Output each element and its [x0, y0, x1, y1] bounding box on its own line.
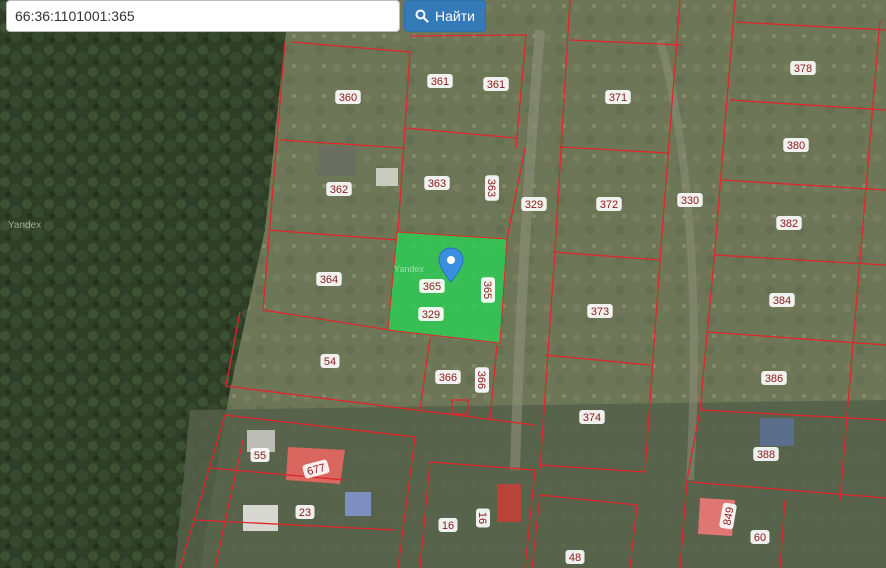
svg-text:363: 363: [428, 178, 446, 190]
parcel-label-362: 362: [326, 182, 352, 196]
parcel-label-388: 388: [753, 447, 779, 461]
parcel-label-365: 365: [419, 279, 445, 293]
building: [243, 505, 278, 531]
parcel-label-361: 361: [427, 74, 453, 88]
svg-text:373: 373: [591, 306, 609, 318]
search-icon: [415, 9, 429, 23]
svg-text:365: 365: [481, 281, 493, 299]
parcel-label-361: 361: [483, 77, 509, 91]
parcel-label-366: 366: [475, 367, 489, 393]
svg-text:364: 364: [320, 274, 338, 286]
svg-text:388: 388: [757, 449, 775, 461]
svg-text:371: 371: [609, 92, 627, 104]
parcel-label-365: 365: [481, 277, 495, 303]
parcel-label-374: 374: [579, 410, 605, 424]
building: [318, 146, 356, 176]
building: [376, 168, 398, 186]
parcel-label-54: 54: [320, 354, 340, 368]
svg-text:23: 23: [299, 507, 311, 519]
svg-text:362: 362: [330, 184, 348, 196]
parcel-label-363: 363: [424, 176, 450, 190]
svg-text:386: 386: [765, 373, 783, 385]
parcel-label-360: 360: [335, 90, 361, 104]
parcel-label-371: 371: [605, 90, 631, 104]
svg-text:361: 361: [431, 76, 449, 88]
search-button[interactable]: Найти: [404, 0, 486, 32]
svg-text:374: 374: [583, 412, 601, 424]
parcel-label-329: 329: [418, 307, 444, 321]
building: [760, 418, 794, 446]
svg-text:54: 54: [324, 356, 336, 368]
map-provider-watermark-small: Yandex: [394, 264, 424, 274]
svg-text:372: 372: [600, 199, 618, 211]
svg-text:363: 363: [485, 179, 497, 197]
parcel-label-382: 382: [776, 216, 802, 230]
parcel-label-16: 16: [476, 508, 490, 528]
parcel-label-330: 330: [677, 193, 703, 207]
svg-text:48: 48: [569, 552, 581, 564]
svg-text:366: 366: [475, 371, 487, 389]
svg-text:329: 329: [422, 309, 440, 321]
svg-text:365: 365: [423, 281, 441, 293]
search-bar: Найти: [6, 0, 486, 32]
parcel-label-373: 373: [587, 304, 613, 318]
svg-text:382: 382: [780, 218, 798, 230]
svg-text:16: 16: [442, 520, 454, 532]
svg-text:60: 60: [754, 532, 766, 544]
parcel-label-60: 60: [750, 530, 770, 544]
parcel-label-16: 16: [438, 518, 458, 532]
svg-text:329: 329: [525, 199, 543, 211]
map-provider-watermark: Yandex: [8, 220, 41, 231]
parcel-label-363: 363: [485, 175, 499, 201]
parcel-label-380: 380: [783, 138, 809, 152]
parcel-label-55: 55: [250, 448, 270, 462]
svg-text:16: 16: [476, 512, 488, 524]
cadastral-search-input[interactable]: [6, 0, 400, 32]
parcel-label-366: 366: [435, 370, 461, 384]
parcel-label-48: 48: [565, 550, 585, 564]
search-button-label: Найти: [435, 8, 475, 24]
building: [345, 492, 371, 516]
svg-text:378: 378: [794, 63, 812, 75]
svg-text:384: 384: [773, 295, 791, 307]
svg-text:55: 55: [254, 450, 266, 462]
parcel-label-378: 378: [790, 61, 816, 75]
building-red-roof: [497, 484, 521, 522]
svg-text:330: 330: [681, 195, 699, 207]
parcel-label-364: 364: [316, 272, 342, 286]
parcel-label-384: 384: [769, 293, 795, 307]
cadastral-map[interactable]: 360 361 361 371 378 362 363 363 329 372 330 380 364 3…: [0, 0, 886, 568]
parcel-label-386: 386: [761, 371, 787, 385]
svg-text:361: 361: [487, 79, 505, 91]
svg-text:380: 380: [787, 140, 805, 152]
parcel-label-372: 372: [596, 197, 622, 211]
svg-text:366: 366: [439, 372, 457, 384]
parcel-label-329: 329: [521, 197, 547, 211]
svg-text:360: 360: [339, 92, 357, 104]
parcel-label-23: 23: [295, 505, 315, 519]
